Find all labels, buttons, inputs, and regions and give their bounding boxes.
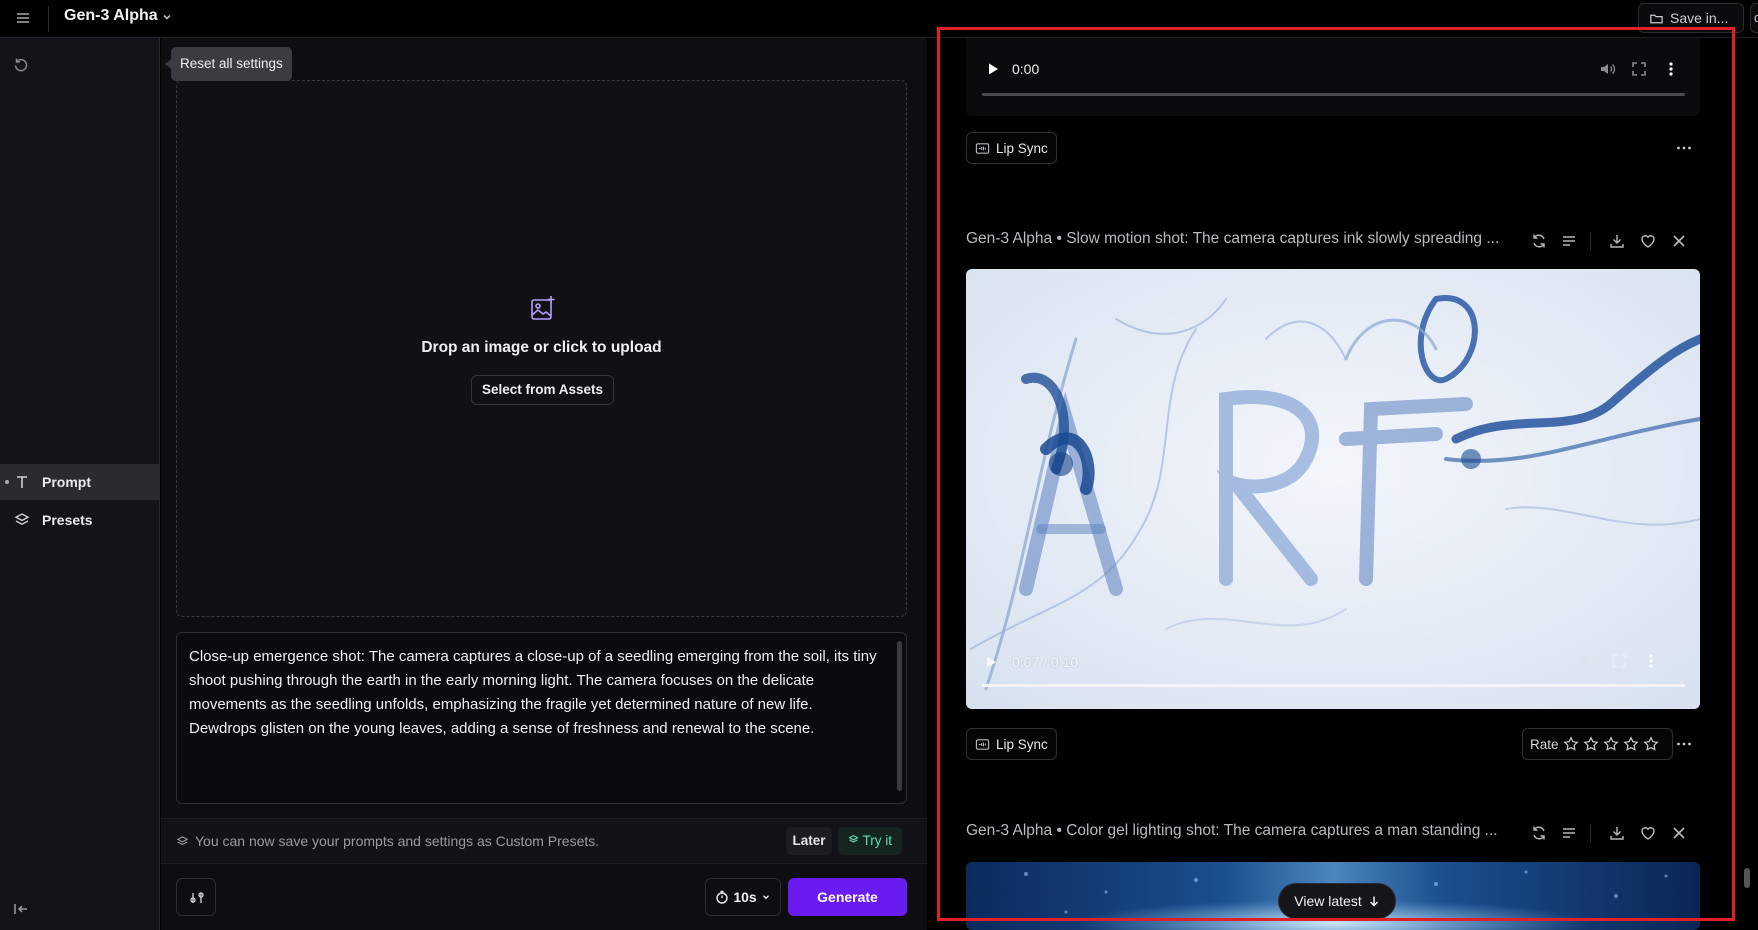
video-progress-track[interactable] <box>982 684 1685 687</box>
active-indicator <box>5 480 9 484</box>
sliders-icon <box>190 892 204 903</box>
lip-sync-button[interactable]: Lip Sync <box>966 132 1057 164</box>
top-bar: Gen-3 Alpha Save in... c <box>0 0 1758 38</box>
star-icon[interactable] <box>1563 736 1579 752</box>
app-title[interactable]: Gen-3 Alpha <box>64 7 158 25</box>
star-icon[interactable] <box>1623 736 1639 752</box>
generation-video[interactable]: 0:07 / 0:10 <box>966 269 1700 709</box>
generation-title[interactable]: Gen-3 Alpha • Color gel lighting shot: T… <box>966 822 1516 840</box>
download-icon[interactable] <box>1608 824 1626 842</box>
collapse-sidebar-icon[interactable] <box>12 900 30 918</box>
arrow-down-icon <box>1369 896 1378 907</box>
try-it-button[interactable]: Try it <box>838 827 902 855</box>
more-vertical-icon[interactable] <box>1642 652 1660 670</box>
sidebar-item-label: Presets <box>42 512 93 528</box>
more-horizontal-icon[interactable] <box>1674 138 1694 158</box>
save-in-label: Save in... <box>1670 10 1729 26</box>
divider <box>48 6 49 32</box>
reset-icon[interactable] <box>12 56 30 74</box>
layers-icon <box>14 513 30 525</box>
heart-icon[interactable] <box>1639 824 1657 842</box>
save-in-button[interactable]: Save in... <box>1638 3 1744 33</box>
download-icon[interactable] <box>1608 232 1626 250</box>
text-lines-icon[interactable] <box>1560 824 1578 842</box>
heart-icon[interactable] <box>1639 232 1657 250</box>
rate-label: Rate <box>1530 736 1559 752</box>
prompt-textarea[interactable]: Close-up emergence shot: The camera capt… <box>176 632 907 804</box>
star-icon[interactable] <box>1583 736 1599 752</box>
image-upload-dropzone[interactable]: Drop an image or click to upload Select … <box>176 80 907 617</box>
generation-feed: 0:00 Lip Sync Gen-3 Alpha • Slow motion … <box>928 38 1758 930</box>
tip-text: You can now save your prompts and settin… <box>195 833 600 849</box>
duration-value: 10s <box>733 889 757 905</box>
star-icon[interactable] <box>1603 736 1619 752</box>
feed-scrollbar[interactable] <box>1744 868 1750 888</box>
divider <box>1590 232 1591 250</box>
more-vertical-icon[interactable] <box>1662 60 1680 78</box>
volume-icon[interactable] <box>1578 652 1596 670</box>
chevron-down-icon[interactable] <box>161 11 173 23</box>
try-it-label: Try it <box>862 833 893 848</box>
prompt-scrollbar[interactable] <box>897 641 902 791</box>
presets-tip-bar: You can now save your prompts and settin… <box>161 818 927 864</box>
fullscreen-icon[interactable] <box>1630 60 1648 78</box>
video-progress-track[interactable] <box>982 93 1685 96</box>
generation-title[interactable]: Gen-3 Alpha • Slow motion shot: The came… <box>966 230 1516 248</box>
generate-button[interactable]: Generate <box>788 878 907 916</box>
close-icon[interactable] <box>1670 232 1688 250</box>
lip-sync-icon <box>975 142 990 154</box>
corner-button[interactable]: c <box>1750 3 1758 33</box>
reuse-icon[interactable] <box>1530 232 1548 250</box>
prompt-text[interactable]: Close-up emergence shot: The camera capt… <box>189 645 884 741</box>
divider <box>1590 824 1591 842</box>
text-t-icon <box>17 476 27 488</box>
ink-art-video-frame <box>966 269 1700 709</box>
folder-icon <box>1650 14 1663 23</box>
view-latest-button[interactable]: View latest <box>1278 883 1396 919</box>
later-button[interactable]: Later <box>786 827 832 855</box>
volume-icon[interactable] <box>1598 60 1616 78</box>
video-time: 0:00 <box>1012 61 1040 77</box>
fullscreen-icon[interactable] <box>1610 652 1628 670</box>
sidebar-item-prompt[interactable]: Prompt <box>0 464 160 500</box>
layers-icon <box>176 836 189 846</box>
rating-control[interactable]: Rate <box>1522 728 1673 760</box>
select-from-assets-button[interactable]: Select from Assets <box>471 375 614 405</box>
play-icon[interactable] <box>984 655 998 669</box>
reuse-icon[interactable] <box>1530 824 1548 842</box>
lip-sync-button[interactable]: Lip Sync <box>966 728 1057 760</box>
video-time: 0:07 / 0:10 <box>1012 654 1079 670</box>
settings-button[interactable] <box>176 878 216 916</box>
play-icon[interactable] <box>986 62 1000 76</box>
star-icon[interactable] <box>1643 736 1659 752</box>
layers-icon <box>848 834 859 843</box>
duration-select[interactable]: 10s <box>705 878 781 916</box>
video-player-controls: 0:00 <box>966 38 1700 116</box>
chevron-down-icon <box>762 895 769 900</box>
stopwatch-icon <box>716 890 729 904</box>
more-horizontal-icon[interactable] <box>1674 734 1694 754</box>
reset-tooltip: Reset all settings <box>165 47 292 81</box>
view-latest-label: View latest <box>1294 893 1362 909</box>
corner-button-label: c <box>1754 10 1758 25</box>
text-lines-icon[interactable] <box>1560 232 1578 250</box>
left-sidebar: Prompt Presets <box>0 38 160 930</box>
hamburger-menu-icon[interactable] <box>14 9 32 27</box>
lip-sync-icon <box>975 738 990 750</box>
sidebar-item-presets[interactable]: Presets <box>0 502 160 538</box>
bottom-action-bar: 10s Generate <box>161 864 927 930</box>
drop-image-text: Drop an image or click to upload <box>421 339 662 356</box>
close-icon[interactable] <box>1670 824 1688 842</box>
sidebar-item-label: Prompt <box>42 474 91 490</box>
add-image-icon <box>531 296 555 320</box>
lip-sync-label: Lip Sync <box>996 140 1048 156</box>
lip-sync-label: Lip Sync <box>996 736 1048 752</box>
generation-settings-panel: Drop an image or click to upload Select … <box>161 38 927 930</box>
